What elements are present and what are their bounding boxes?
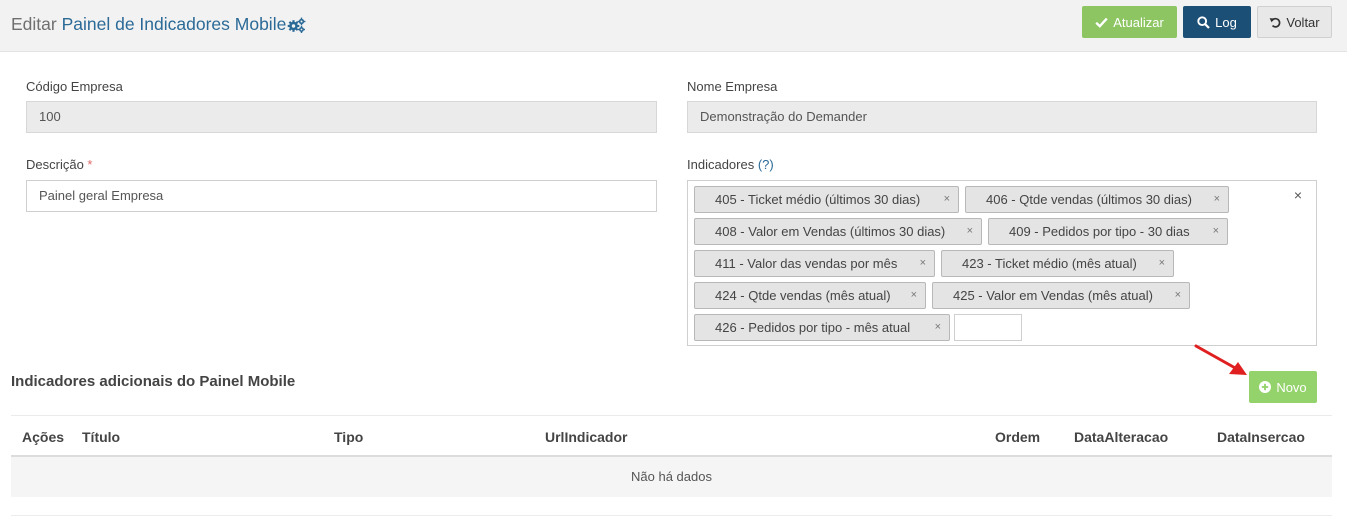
indicador-tag: 425 - Valor em Vendas (mês atual) × [932, 282, 1190, 309]
page-title-verb: Editar [11, 14, 57, 34]
indicador-tag: 405 - Ticket médio (últimos 30 dias) × [694, 186, 959, 213]
indicador-tag: 409 - Pedidos por tipo - 30 dias × [988, 218, 1228, 245]
tag-remove-icon[interactable]: × [920, 251, 926, 276]
descricao-label: Descrição * [26, 157, 92, 173]
indicadores-help-link[interactable]: (?) [758, 157, 774, 172]
section-title: Indicadores adicionais do Painel Mobile [11, 373, 296, 390]
indicador-tag: 424 - Qtde vendas (mês atual) × [694, 282, 926, 309]
nome-empresa-label: Nome Empresa [687, 79, 778, 94]
indicador-tag: 406 - Qtde vendas (últimos 30 dias) × [965, 186, 1229, 213]
indicador-tag-label: 426 - Pedidos por tipo - mês atual [715, 320, 911, 335]
indicadores-label-text: Indicadores [687, 157, 755, 172]
indicador-tag: 423 - Ticket médio (mês atual) × [941, 250, 1174, 277]
log-button-label: Log [1215, 14, 1237, 30]
codigo-empresa-label: Código Empresa [26, 79, 123, 94]
log-button[interactable]: Log [1183, 6, 1251, 38]
red-arrow-icon [1193, 343, 1251, 382]
update-button[interactable]: Atualizar [1082, 6, 1177, 38]
indicador-tag-label: 408 - Valor em Vendas (últimos 30 dias) [715, 224, 946, 239]
indicador-tag-label: 423 - Ticket médio (mês atual) [962, 256, 1137, 271]
column-data-alteracao[interactable]: DataAlteracao [1074, 428, 1168, 446]
page-title-entity: Painel de Indicadores Mobile [61, 14, 287, 34]
search-icon [1197, 15, 1210, 29]
indicador-tag: 426 - Pedidos por tipo - mês atual × [694, 314, 950, 341]
indicador-tag-label: 406 - Qtde vendas (últimos 30 dias) [986, 192, 1192, 207]
column-ordem[interactable]: Ordem [995, 428, 1040, 446]
codigo-empresa-field[interactable]: 100 [26, 101, 657, 133]
indicador-tag-label: 405 - Ticket médio (últimos 30 dias) [715, 192, 921, 207]
empty-table-message: Não há dados [11, 457, 1332, 497]
indicators-table: Ações Título Tipo UrlIndicador Ordem Dat… [11, 415, 1332, 497]
descricao-label-text: Descrição [26, 157, 84, 172]
tag-remove-icon[interactable]: × [1214, 187, 1220, 212]
gears-icon [287, 16, 306, 38]
indicador-tag-label: 411 - Valor das vendas por mês [715, 256, 898, 271]
check-icon [1095, 17, 1108, 28]
required-mark: * [87, 157, 93, 172]
indicadores-label: Indicadores (?) [687, 157, 774, 173]
page-title: Editar Painel de Indicadores Mobile [11, 13, 306, 38]
tag-remove-icon[interactable]: × [1213, 219, 1219, 244]
indicador-tag: 408 - Valor em Vendas (últimos 30 dias) … [694, 218, 982, 245]
column-acoes[interactable]: Ações [22, 428, 64, 446]
indicadores-search-input[interactable] [954, 314, 1022, 341]
indicadores-multiselect[interactable]: × 405 - Ticket médio (últimos 30 dias) ×… [687, 180, 1317, 346]
indicador-tag-label: 425 - Valor em Vendas (mês atual) [953, 288, 1153, 303]
undo-icon [1269, 16, 1281, 28]
page-header: Editar Painel de Indicadores Mobile Atua… [0, 0, 1347, 52]
back-button[interactable]: Voltar [1257, 6, 1332, 38]
indicador-tag-label: 409 - Pedidos por tipo - 30 dias [1009, 224, 1190, 239]
tag-remove-icon[interactable]: × [1175, 283, 1181, 308]
table-header: Ações Título Tipo UrlIndicador Ordem Dat… [11, 415, 1332, 457]
column-titulo[interactable]: Título [82, 428, 120, 446]
new-button[interactable]: Novo [1249, 371, 1317, 403]
column-data-insercao[interactable]: DataInsercao [1217, 428, 1305, 446]
plus-circle-icon [1259, 381, 1272, 393]
indicador-tag: 411 - Valor das vendas por mês × [694, 250, 935, 277]
descricao-field[interactable]: Painel geral Empresa [26, 180, 657, 212]
column-url-indicador[interactable]: UrlIndicador [545, 428, 627, 446]
tag-remove-icon[interactable]: × [944, 187, 950, 212]
tag-remove-icon[interactable]: × [1159, 251, 1165, 276]
table-divider [11, 515, 1332, 516]
back-button-label: Voltar [1286, 14, 1320, 30]
new-button-label: Novo [1276, 379, 1307, 395]
nome-empresa-field[interactable]: Demonstração do Demander [687, 101, 1317, 133]
tag-remove-icon[interactable]: × [935, 315, 941, 340]
tag-remove-icon[interactable]: × [911, 283, 917, 308]
column-tipo[interactable]: Tipo [334, 428, 363, 446]
indicador-tag-label: 424 - Qtde vendas (mês atual) [715, 288, 891, 303]
tag-remove-icon[interactable]: × [967, 219, 973, 244]
update-button-label: Atualizar [1113, 14, 1164, 30]
clear-all-icon[interactable]: × [1294, 187, 1302, 203]
